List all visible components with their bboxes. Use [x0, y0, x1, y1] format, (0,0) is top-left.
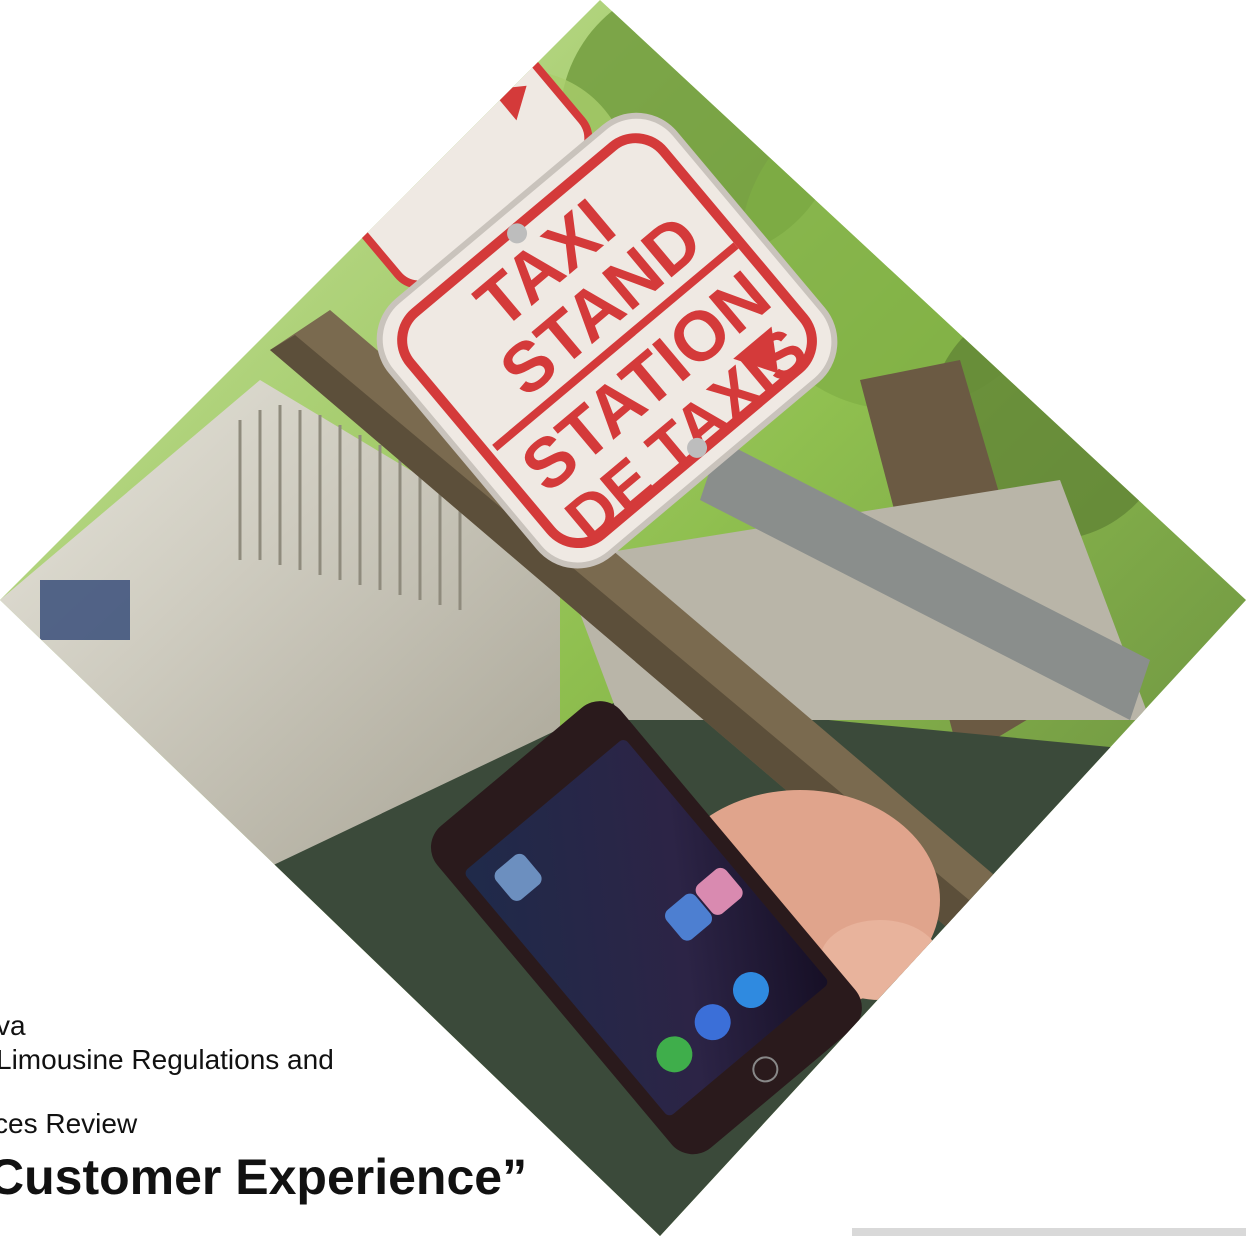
slide-page: TAXI STAND STATION DE TAXIS va Limousine… [0, 0, 1246, 1236]
caption-line-2: Limousine Regulations and [0, 1044, 334, 1075]
caption-line-1: va [0, 1010, 26, 1041]
headline-title: Customer Experience” [0, 1149, 528, 1205]
caption-line-3: ces Review [0, 1108, 138, 1139]
bottom-divider [852, 1228, 1246, 1236]
